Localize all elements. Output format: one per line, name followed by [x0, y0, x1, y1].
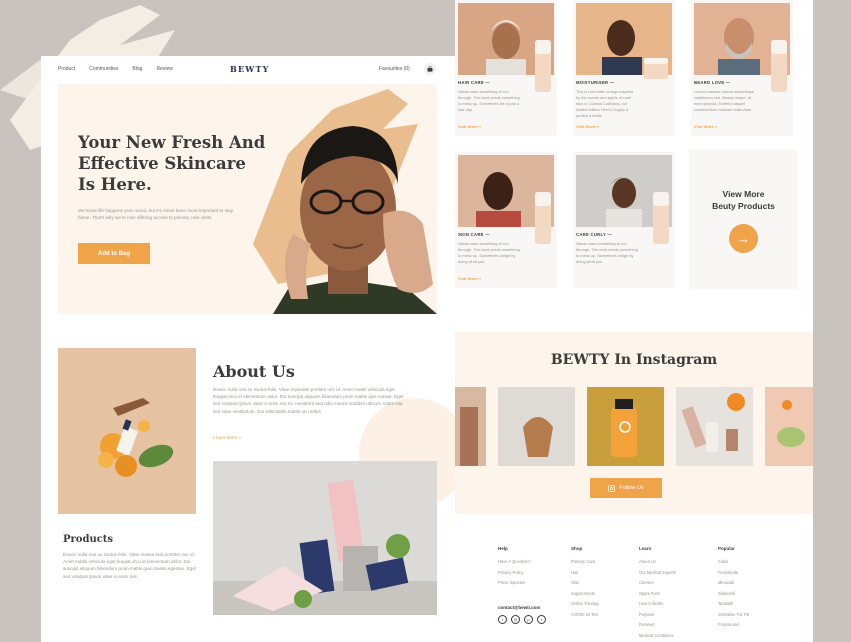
packaging-image	[213, 461, 437, 615]
visit-store-link[interactable]: Visit Store »	[576, 124, 599, 129]
footer-link[interactable]: Propranolol	[718, 620, 749, 631]
instagram-icon[interactable]: ◎	[511, 615, 520, 624]
product-tube-icon	[653, 192, 669, 244]
card-description: Hands want something to run through. The…	[458, 241, 520, 264]
add-to-bag-button[interactable]: Add to Bag	[78, 243, 150, 264]
footer-link[interactable]: Press Inquiries	[498, 578, 531, 589]
about-title: About Us	[213, 362, 295, 381]
about-text: Donec nulla non ex mictus felis. Vitae i…	[213, 387, 404, 414]
footer-link[interactable]: Sertraline For PE	[718, 610, 749, 621]
footer-link[interactable]: How It Works	[639, 599, 676, 610]
footer-link[interactable]: Medical Conditions	[639, 631, 676, 642]
footer-link[interactable]: Minoxidil	[718, 578, 749, 589]
instagram-icon	[608, 484, 616, 492]
footer-column-popular: Popular Cialis Finasteride Minoxidil Sil…	[718, 546, 749, 631]
contact-email[interactable]: contact@bewti.com	[498, 605, 540, 610]
view-more-title: View More Beuty Products	[712, 189, 775, 211]
visit-store-link[interactable]: Visit Store »	[458, 124, 481, 129]
nav-link-product[interactable]: Product	[58, 66, 75, 72]
footer-link[interactable]: Online Therapy	[571, 599, 599, 610]
products-text: Donec nulla non ex mictus felis. Vitae m…	[63, 552, 197, 579]
footer-link[interactable]: Finasteride	[718, 568, 749, 579]
hero-subtitle: We know life happens year round, but it'…	[78, 208, 234, 220]
about-product-image	[58, 348, 196, 514]
follow-us-button[interactable]: Follow Us	[590, 478, 662, 498]
favourites-link[interactable]: Favourites (0)	[379, 66, 410, 72]
social-links: t ◎ p f	[498, 615, 546, 624]
brand-logo[interactable]: BEWTY	[230, 64, 270, 74]
footer-link[interactable]: Primary Care	[571, 557, 599, 568]
footer-link[interactable]: Hair	[571, 568, 599, 579]
nav-link-communities[interactable]: Communities	[89, 66, 118, 72]
footer-link[interactable]: Skin	[571, 578, 599, 589]
landing-page-right: HAIR CARE — Hands want something to run …	[455, 0, 813, 642]
footer-link[interactable]: Spark Form	[639, 589, 676, 600]
instagram-photo[interactable]	[498, 387, 575, 466]
footer-column-help: Help Have A Question? Privacy Policy Pre…	[498, 546, 531, 589]
footer-column-learn: Learn About Us Our Medical Experts Caree…	[639, 546, 676, 641]
card-description: Hands want something to run through. The…	[576, 241, 638, 264]
footer-link[interactable]: Purpose	[639, 610, 676, 621]
hero-section: Your New Fresh And Effective Skincare Is…	[58, 84, 437, 314]
product-tube-icon	[535, 40, 551, 92]
landing-page-left: Product Communities Blog Review BEWTY Fa…	[41, 56, 455, 642]
visit-store-link[interactable]: Visit Store »	[458, 276, 481, 281]
nav-link-review[interactable]: Review	[156, 66, 172, 72]
product-tube-icon	[771, 40, 787, 92]
bag-icon	[427, 66, 433, 72]
learn-more-link[interactable]: Learn More »	[213, 436, 242, 441]
product-card-care-curly[interactable]: CARE CURLY — Hands want something to run…	[573, 152, 675, 288]
nav-link-blog[interactable]: Blog	[132, 66, 142, 72]
view-more-card[interactable]: View More Beuty Products →	[689, 150, 798, 289]
top-nav: Product Communities Blog Review BEWTY Fa…	[41, 56, 455, 84]
footer-link[interactable]: Supplements	[571, 589, 599, 600]
product-card-moisturiser[interactable]: MOISTURISER — This is how bitter orange …	[573, 0, 675, 136]
card-label: HAIR CARE —	[458, 80, 490, 85]
visit-store-link[interactable]: Visit Store »	[694, 124, 717, 129]
instagram-title: BEWTY In Instagram	[550, 352, 718, 368]
card-description: This is how bitter orange inspired by th…	[576, 89, 634, 118]
instagram-photo[interactable]	[455, 387, 486, 466]
footer-link[interactable]: Cialis	[718, 557, 749, 568]
card-label: SKIN CARE —	[458, 232, 490, 237]
product-card-skin-care[interactable]: SKIN CARE — Hands want something to run …	[455, 152, 557, 288]
card-description: Hands want something to run through. The…	[458, 89, 520, 112]
footer-link[interactable]: Have A Question?	[498, 557, 531, 568]
instagram-photo[interactable]	[587, 387, 664, 466]
twitter-icon[interactable]: t	[498, 615, 507, 624]
footer-link[interactable]: Tadalafil	[718, 599, 749, 610]
pinterest-icon[interactable]: p	[524, 615, 533, 624]
product-tube-icon	[535, 192, 551, 244]
products-title: Products	[63, 534, 114, 545]
footer-link[interactable]: Sildenafil	[718, 589, 749, 600]
product-card-beard-love[interactable]: BEARD LOVE — Lectus posuere viverra scel…	[691, 0, 793, 136]
product-jar-icon	[644, 58, 668, 79]
instagram-section: BEWTY In Instagram Follow Us	[455, 332, 813, 514]
bag-button[interactable]	[424, 63, 436, 75]
product-card-hair-care[interactable]: HAIR CARE — Hands want something to run …	[455, 0, 557, 136]
footer-link[interactable]: Our Medical Experts	[639, 568, 676, 579]
card-description: Lectus posuere viverra scelerisque vesti…	[694, 89, 755, 112]
card-label: BEARD LOVE —	[694, 80, 731, 85]
card-label: MOISTURISER —	[576, 80, 615, 85]
arrow-right-icon[interactable]: →	[729, 224, 758, 253]
footer-column-shop: Shop Primary Care Hair Skin Supplements …	[571, 546, 599, 620]
facebook-icon[interactable]: f	[537, 615, 546, 624]
footer-link[interactable]: COVID-19 Test	[571, 610, 599, 621]
footer-link[interactable]: Reviews	[639, 620, 676, 631]
instagram-photo[interactable]	[676, 387, 753, 466]
instagram-photo[interactable]	[765, 387, 813, 466]
footer-link[interactable]: Careers	[639, 578, 676, 589]
hero-portrait-image	[253, 89, 437, 314]
card-label: CARE CURLY —	[576, 232, 612, 237]
footer-link[interactable]: Privacy Policy	[498, 568, 531, 579]
footer-link[interactable]: About Us	[639, 557, 676, 568]
footer: Help Have A Question? Privacy Policy Pre…	[455, 514, 813, 642]
